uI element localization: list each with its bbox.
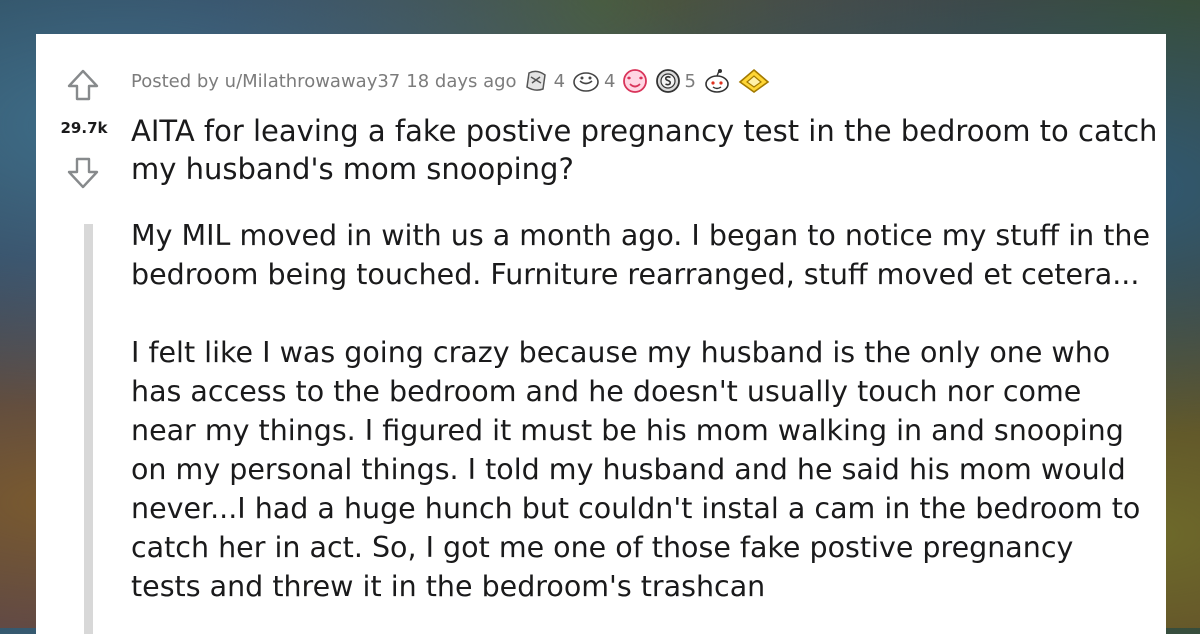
award-wholesome[interactable]	[621, 68, 649, 94]
award-snoo[interactable]	[702, 68, 732, 94]
wholesome-award-icon	[623, 69, 648, 93]
award-count: 4	[553, 70, 566, 92]
gold-award-icon	[738, 68, 770, 93]
post-body: My MIL moved in with us a month ago. I b…	[131, 216, 1151, 634]
vote-score: 29.7k	[60, 119, 108, 137]
snoo-award-icon	[705, 69, 729, 93]
post-meta: Posted by u/Milathrowaway37 18 days ago …	[131, 68, 770, 94]
post-paragraph: My MIL moved in with us a month ago. I b…	[131, 219, 1151, 291]
post-paragraph: I felt like I was going crazy because my…	[131, 336, 1141, 603]
silver-award-icon	[525, 70, 546, 91]
post-age[interactable]: 18 days ago	[406, 71, 516, 92]
award-count: 5	[684, 70, 696, 92]
award-silver[interactable]: 4	[523, 69, 565, 93]
award-helpful[interactable]: 4	[571, 69, 615, 93]
award-count: 4	[604, 70, 616, 92]
award-coin[interactable]: 5	[655, 68, 696, 94]
award-gold[interactable]	[738, 68, 770, 94]
downvote-arrow-icon[interactable]	[66, 156, 100, 190]
upvote-arrow-icon[interactable]	[66, 68, 100, 102]
posted-by-link[interactable]: Posted by u/Milathrowaway37	[131, 71, 400, 92]
post-title[interactable]: AITA for leaving a fake postive pregnanc…	[131, 112, 1161, 188]
coin-award-icon	[656, 69, 681, 93]
helpful-award-icon	[573, 72, 599, 92]
quote-bar	[84, 224, 93, 634]
post-card: 29.7k Posted by u/Milathrowaway37 18 day…	[36, 34, 1166, 634]
